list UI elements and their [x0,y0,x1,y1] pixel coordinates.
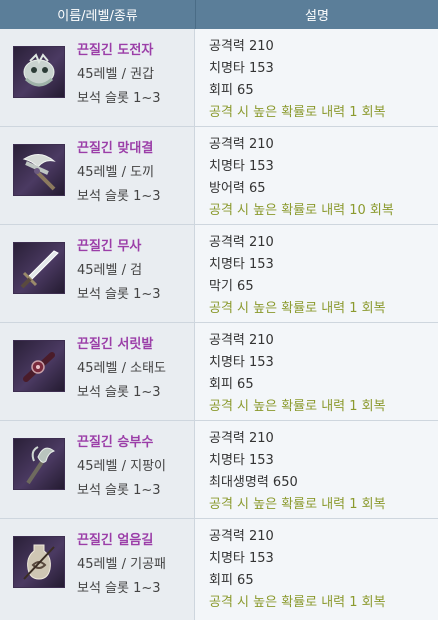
table-row: 끈질긴 승부수 45레벨 / 지팡이 보석 슬롯 1~3 공격력 210 치명타… [0,421,438,519]
item-name[interactable]: 끈질긴 무사 [77,235,161,259]
item-level-type: 45레벨 / 도끼 [77,165,155,180]
table-row: 끈질긴 서릿발 45레벨 / 소태도 보석 슬롯 1~3 공격력 210 치명타… [0,323,438,421]
stat-line: 공격력 210 [209,137,274,152]
talisman-icon[interactable] [13,536,65,588]
stat-line: 치명타 153 [209,551,274,566]
staff-icon[interactable] [13,438,65,490]
item-cell: 끈질긴 서릿발 45레벨 / 소태도 보석 슬롯 1~3 [0,323,195,420]
effect-line: 공격 시 높은 확률로 내력 10 회복 [209,203,394,218]
effect-line: 공격 시 높은 확률로 내력 1 회복 [209,105,386,120]
table-row: 끈질긴 무사 45레벨 / 검 보석 슬롯 1~3 공격력 210 치명타 15… [0,225,438,323]
header-item-column: 이름/레벨/종류 [0,0,196,29]
stat-line: 치명타 153 [209,61,274,76]
item-level-type: 45레벨 / 지팡이 [77,459,166,474]
stat-line: 공격력 210 [209,529,274,544]
description-cell: 공격력 210 치명타 153 방어력 65 공격 시 높은 확률로 내력 10… [195,127,438,224]
item-name[interactable]: 끈질긴 서릿발 [77,333,166,357]
stat-line: 방어력 65 [209,181,266,196]
effect-line: 공격 시 높은 확률로 내력 1 회복 [209,497,386,512]
stat-line: 공격력 210 [209,431,274,446]
item-cell: 끈질긴 승부수 45레벨 / 지팡이 보석 슬롯 1~3 [0,421,195,518]
table-row: 끈질긴 맞대결 45레벨 / 도끼 보석 슬롯 1~3 공격력 210 치명타 … [0,127,438,225]
table-row: 끈질긴 도전자 45레벨 / 권갑 보석 슬롯 1~3 공격력 210 치명타 … [0,29,438,127]
item-table: 이름/레벨/종류 설명 끈질긴 도전자 45레벨 / 권갑 보석 슬롯 1~3 … [0,0,438,620]
stat-line: 최대생명력 650 [209,475,298,490]
stat-line: 막기 65 [209,279,254,294]
item-gem-slots: 보석 슬롯 1~3 [77,581,161,596]
stat-line: 공격력 210 [209,39,274,54]
effect-line: 공격 시 높은 확률로 내력 1 회복 [209,399,386,414]
stat-line: 공격력 210 [209,235,274,250]
item-cell: 끈질긴 무사 45레벨 / 검 보석 슬롯 1~3 [0,225,195,322]
description-cell: 공격력 210 치명타 153 회피 65 공격 시 높은 확률로 내력 1 회… [195,323,438,420]
stat-line: 치명타 153 [209,453,274,468]
stat-line: 회피 65 [209,573,254,588]
item-level-type: 45레벨 / 권갑 [77,67,155,82]
item-level-type: 45레벨 / 검 [77,263,143,278]
item-level-type: 45레벨 / 소태도 [77,361,166,376]
table-header: 이름/레벨/종류 설명 [0,0,438,29]
item-name[interactable]: 끈질긴 맞대결 [77,137,161,161]
stat-line: 공격력 210 [209,333,274,348]
stat-line: 치명타 153 [209,159,274,174]
item-cell: 끈질긴 도전자 45레벨 / 권갑 보석 슬롯 1~3 [0,29,195,126]
item-cell: 끈질긴 맞대결 45레벨 / 도끼 보석 슬롯 1~3 [0,127,195,224]
item-gem-slots: 보석 슬롯 1~3 [77,189,161,204]
description-cell: 공격력 210 치명타 153 최대생명력 650 공격 시 높은 확률로 내력… [195,421,438,518]
item-name[interactable]: 끈질긴 도전자 [77,39,161,63]
axe-icon[interactable] [13,144,65,196]
item-name[interactable]: 끈질긴 승부수 [77,431,166,455]
item-level-type: 45레벨 / 기공패 [77,557,166,572]
item-cell: 끈질긴 얼음길 45레벨 / 기공패 보석 슬롯 1~3 [0,519,195,620]
table-row: 끈질긴 얼음길 45레벨 / 기공패 보석 슬롯 1~3 공격력 210 치명타… [0,519,438,620]
effect-line: 공격 시 높은 확률로 내력 1 회복 [209,301,386,316]
item-gem-slots: 보석 슬롯 1~3 [77,385,161,400]
effect-line: 공격 시 높은 확률로 내력 1 회복 [209,595,386,610]
stat-line: 회피 65 [209,83,254,98]
dagger-icon[interactable] [13,340,65,392]
header-description-column: 설명 [305,9,329,24]
sword-icon[interactable] [13,242,65,294]
item-gem-slots: 보석 슬롯 1~3 [77,483,161,498]
item-gem-slots: 보석 슬롯 1~3 [77,91,161,106]
item-gem-slots: 보석 슬롯 1~3 [77,287,161,302]
stat-line: 치명타 153 [209,355,274,370]
item-name[interactable]: 끈질긴 얼음길 [77,529,166,553]
stat-line: 치명타 153 [209,257,274,272]
gauntlet-icon[interactable] [13,46,65,98]
description-cell: 공격력 210 치명타 153 회피 65 공격 시 높은 확률로 내력 1 회… [195,519,438,620]
description-cell: 공격력 210 치명타 153 막기 65 공격 시 높은 확률로 내력 1 회… [195,225,438,322]
description-cell: 공격력 210 치명타 153 회피 65 공격 시 높은 확률로 내력 1 회… [195,29,438,126]
stat-line: 회피 65 [209,377,254,392]
